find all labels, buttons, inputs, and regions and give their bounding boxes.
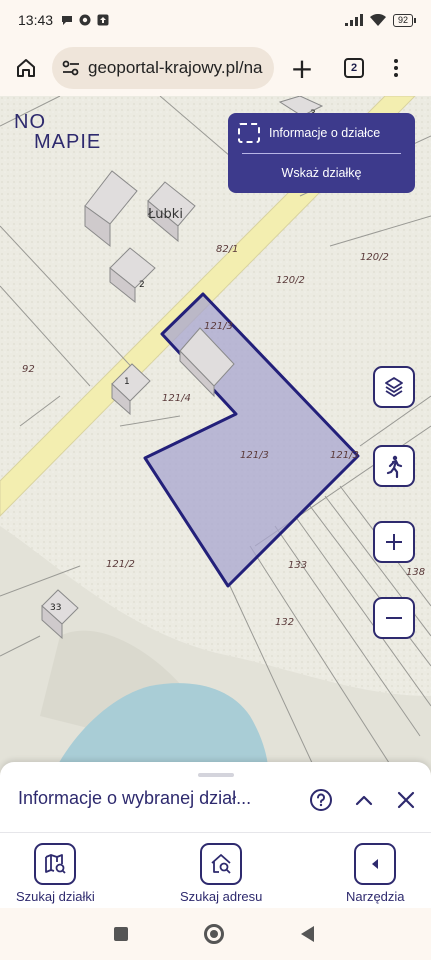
bottom-navigation: Szukaj działki Szukaj adresu Narzędzia (0, 832, 431, 908)
home-system-button[interactable] (204, 924, 224, 944)
tab-switcher-button[interactable]: 2 (344, 58, 364, 78)
upload-icon (97, 14, 109, 26)
map-search-icon (45, 854, 67, 874)
nav-label: Szukaj działki (16, 889, 95, 904)
sheet-title: Informacje o wybranej dział... (18, 788, 252, 808)
status-time: 13:43 (18, 12, 54, 28)
status-bar: 13:43 92 (0, 0, 431, 40)
minus-icon (386, 617, 402, 619)
parcel-label: 121/3 (204, 321, 233, 332)
system-navigation-bar (0, 908, 431, 960)
parcel-label: 120/2 (360, 252, 389, 263)
logo-line2: MAPIE (34, 131, 102, 153)
nomapie-logo: NO MAPIE (14, 112, 101, 152)
parcel-label: 132 (275, 617, 294, 628)
building-number: 33 (50, 603, 61, 613)
browser-toolbar: geoportal-krajowy.pl/na + 2 (0, 40, 431, 96)
help-icon (310, 789, 332, 811)
expand-sheet-button[interactable] (350, 786, 378, 814)
select-area-icon (238, 123, 260, 143)
back-button[interactable] (301, 926, 314, 942)
chat-icon (62, 16, 73, 25)
parcel-info-panel: Informacje o działce Wskaż działkę (228, 113, 415, 193)
parcel-label: 82/1 (216, 244, 238, 255)
zoom-in-button[interactable] (373, 521, 415, 563)
url-text[interactable]: geoportal-krajowy.pl/na (88, 58, 263, 78)
chevron-left-icon (372, 859, 379, 869)
zoom-out-button[interactable] (373, 597, 415, 639)
nav-label: Szukaj adresu (180, 889, 263, 904)
address-bar[interactable]: geoportal-krajowy.pl/na (52, 47, 274, 89)
parcel-label: 121/4 (162, 393, 191, 404)
nav-search-parcel[interactable]: Szukaj działki (16, 843, 95, 904)
parcel-label: 121/3 (330, 450, 359, 461)
parcel-label: 121/3 (240, 450, 269, 461)
place-name: Łubki (147, 207, 183, 222)
home-search-icon (211, 854, 231, 874)
parcel-info-label: Informacje o działce (269, 126, 381, 140)
home-button[interactable] (0, 57, 52, 79)
new-tab-button[interactable]: + (274, 52, 330, 85)
parcel-info-button[interactable]: Informacje o działce (228, 113, 415, 153)
battery-icon: 92 (392, 13, 417, 27)
browser-menu-button[interactable] (394, 59, 398, 77)
search-parcel-button[interactable] (34, 843, 77, 885)
chevron-up-icon (355, 795, 373, 806)
site-settings-icon[interactable] (62, 60, 80, 76)
notification-icons (61, 14, 109, 26)
close-sheet-button[interactable] (392, 786, 420, 814)
parcel-label: 120/2 (276, 275, 305, 286)
nav-tools[interactable]: Narzędzia (346, 843, 405, 904)
parcel-label: 92 (22, 364, 35, 375)
search-address-button[interactable] (200, 843, 243, 885)
map-view[interactable]: Łubki 2 1 33 3 82/1 120/2 120/2 121/3 12… (0, 96, 431, 780)
logo-line1: NO (14, 111, 46, 133)
close-icon (397, 791, 415, 809)
parcel-label: 133 (288, 560, 307, 571)
nav-search-address[interactable]: Szukaj adresu (180, 843, 262, 904)
nav-label: Narzędzia (346, 889, 405, 904)
home-icon (17, 59, 35, 77)
parcel-info-sheet: Informacje o wybranej dział... (0, 762, 431, 832)
walking-person-icon (386, 455, 403, 478)
building-number: 2 (139, 280, 145, 290)
plus-icon (386, 534, 402, 550)
building-number: 1 (124, 377, 130, 387)
layers-icon (385, 377, 403, 397)
map-canvas[interactable]: Łubki 2 1 33 3 82/1 120/2 120/2 121/3 12… (0, 96, 431, 780)
recents-button[interactable] (114, 927, 128, 941)
help-button[interactable] (307, 786, 335, 814)
parcel-label: 138 (406, 567, 425, 578)
street-view-button[interactable] (373, 445, 415, 487)
tools-button[interactable] (354, 843, 397, 885)
layers-button[interactable] (373, 366, 415, 408)
signal-icon (344, 14, 363, 26)
parcel-label: 121/2 (106, 559, 135, 570)
sheet-drag-handle[interactable] (198, 773, 234, 777)
wifi-icon (369, 14, 386, 26)
show-parcel-button[interactable]: Wskaż działkę (228, 154, 415, 192)
chrome-icon (79, 14, 91, 26)
